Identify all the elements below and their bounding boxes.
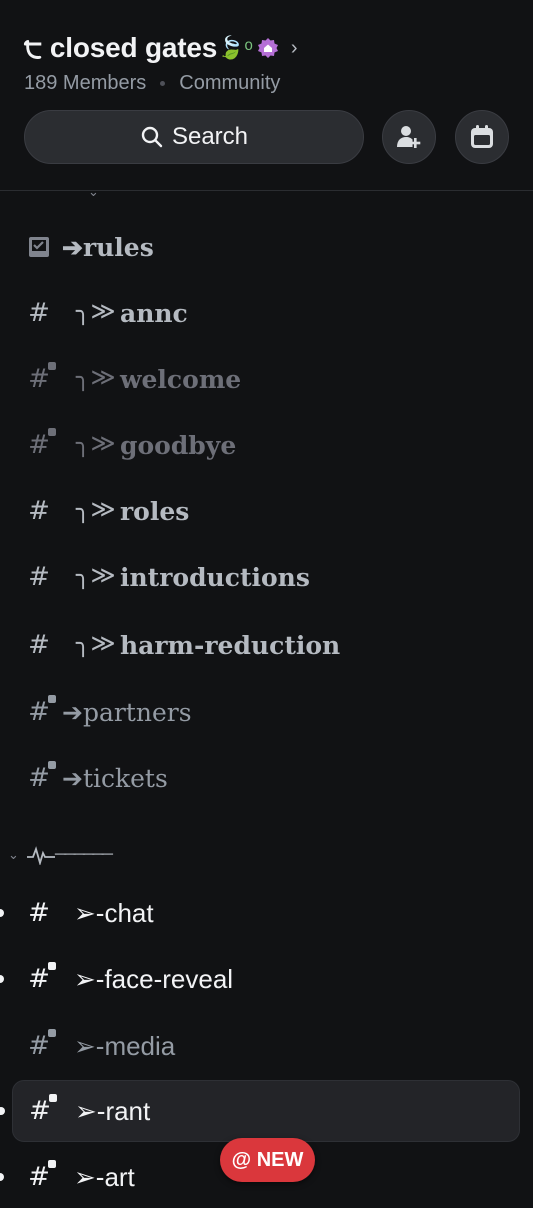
locked-hash-icon: # xyxy=(24,695,56,727)
channel-media[interactable]: # ➢-media xyxy=(12,1015,520,1077)
search-button[interactable]: Search xyxy=(24,110,364,164)
channel-label: ➔partners xyxy=(62,697,192,727)
locked-hash-icon: # xyxy=(24,1029,56,1061)
locked-hash-icon: # xyxy=(24,1160,56,1192)
meta-separator xyxy=(160,81,166,86)
unread-indicator xyxy=(0,1173,4,1181)
add-member-icon xyxy=(397,126,421,148)
channel-prefix: ╮≫ xyxy=(76,298,116,325)
hash-icon: # xyxy=(28,496,50,526)
channel-label: ➢-media xyxy=(74,1030,176,1061)
channel-prefix: ╮≫ xyxy=(76,562,116,589)
locked-hash-icon: # xyxy=(24,362,56,394)
channel-label: harm-reduction xyxy=(120,630,341,660)
channel-label: annc xyxy=(120,298,188,328)
events-button[interactable] xyxy=(455,110,509,164)
channel-rules[interactable]: ➔rules xyxy=(12,216,520,278)
channel-roles[interactable]: # ╮≫ roles xyxy=(12,480,520,542)
server-name[interactable]: ੮ closed gates xyxy=(24,32,217,65)
hash-icon: # xyxy=(28,562,50,592)
channel-label: ➔rules xyxy=(62,232,154,262)
channel-introductions[interactable]: # ╮≫ introductions xyxy=(12,546,520,608)
server-emoji: 🍃ᵒ xyxy=(217,35,253,60)
channel-partners[interactable]: # ➔partners xyxy=(12,681,520,743)
channel-welcome[interactable]: # ╮≫ welcome xyxy=(12,348,520,410)
channel-face-reveal[interactable]: # ➢-face-reveal xyxy=(0,948,520,1010)
locked-hash-icon: # xyxy=(24,428,56,460)
unread-indicator xyxy=(0,975,4,983)
rules-icon xyxy=(24,232,54,262)
channel-label: ➢-rant xyxy=(75,1095,151,1126)
server-type: Community xyxy=(179,72,281,94)
channel-label: ➢-chat xyxy=(74,897,154,928)
channel-label: introductions xyxy=(120,562,310,592)
channel-prefix: ╮≫ xyxy=(76,496,116,523)
channel-tickets[interactable]: # ➔tickets xyxy=(12,747,520,809)
invite-member-button[interactable] xyxy=(382,110,436,164)
channel-label: ➢-face-reveal xyxy=(74,963,234,994)
category-label: ────── xyxy=(54,846,113,863)
chevron-down-icon: ⌄ xyxy=(8,847,19,862)
unread-indicator xyxy=(0,909,4,917)
channel-label: goodbye xyxy=(120,430,237,460)
channel-label: ➢-art xyxy=(74,1161,135,1192)
unread-indicator xyxy=(0,1107,5,1115)
server-meta: 189 Members Community xyxy=(24,72,280,95)
new-mentions-badge[interactable]: @ NEW xyxy=(220,1138,315,1182)
channel-harm-reduction[interactable]: # ╮≫ harm-reduction xyxy=(12,614,520,676)
locked-hash-icon: # xyxy=(24,962,56,994)
channel-prefix: ╮≫ xyxy=(76,630,116,657)
search-label: Search xyxy=(171,123,249,150)
channel-chat[interactable]: # ➢-chat xyxy=(0,882,520,944)
locked-hash-icon: # xyxy=(25,1094,57,1126)
channel-label: welcome xyxy=(120,364,242,394)
hash-icon: # xyxy=(28,298,50,328)
member-count: 189 Members xyxy=(24,72,147,94)
hash-icon: # xyxy=(28,630,50,660)
channel-annc[interactable]: # ╮≫ annc xyxy=(12,282,520,344)
channel-label: ➔tickets xyxy=(62,763,168,793)
locked-hash-icon: # xyxy=(24,761,56,793)
calendar-icon xyxy=(471,125,493,148)
channel-rant[interactable]: # ➢-rant xyxy=(0,1080,520,1142)
category-header[interactable]: ⌄ ────── xyxy=(8,840,113,870)
channel-prefix: ╮≫ xyxy=(76,430,116,457)
server-header: ੮ closed gates 🍃ᵒ › 189 Members Communit… xyxy=(0,0,533,191)
channel-prefix: ╮≫ xyxy=(76,364,116,391)
channel-label: roles xyxy=(120,496,190,526)
server-title-row[interactable]: ੮ closed gates 🍃ᵒ › xyxy=(24,28,298,68)
chevron-right-icon: › xyxy=(290,36,298,59)
hash-icon: # xyxy=(28,898,50,928)
search-icon xyxy=(141,126,163,148)
channel-goodbye[interactable]: # ╮≫ goodbye xyxy=(12,414,520,476)
community-badge-icon xyxy=(257,37,279,59)
chevron-down-icon[interactable]: ⌄ xyxy=(88,184,99,200)
heartbeat-icon xyxy=(26,846,55,865)
